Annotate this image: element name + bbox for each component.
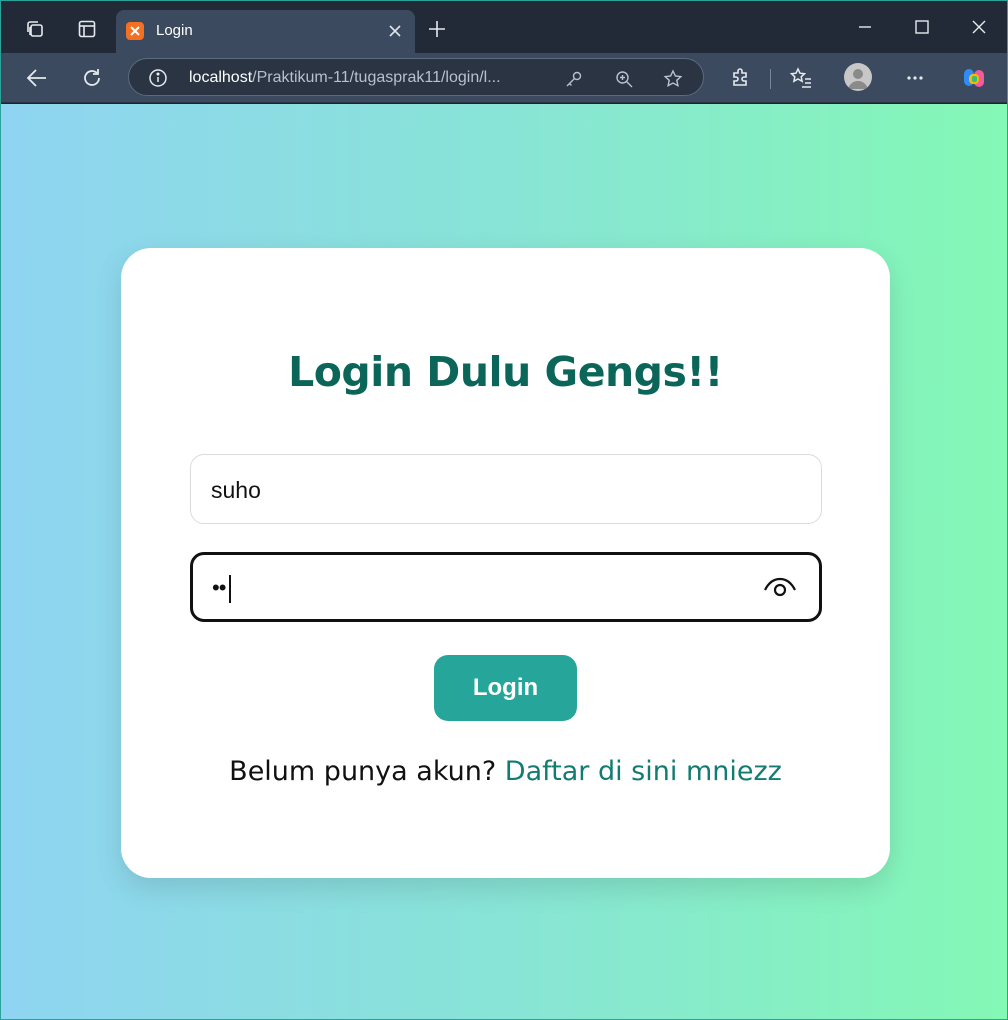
key-icon[interactable] [563, 68, 585, 90]
password-value: •• [212, 575, 226, 600]
url-host: localhost [189, 69, 253, 86]
url-text[interactable]: localhost/Praktikum-11/tugasprak11/login… [189, 69, 501, 87]
workspaces-icon[interactable] [19, 13, 51, 45]
more-icon[interactable] [899, 62, 931, 94]
browser-window: Login localhost/Praktikum-11/tugasprak11… [0, 0, 1008, 1020]
url-path: /Praktikum-11/tugasprak11/login/l... [252, 69, 501, 86]
signup-text: Belum punya akun? [229, 756, 497, 787]
close-icon[interactable] [383, 19, 407, 43]
username-value: suho [211, 477, 261, 503]
tab-login[interactable]: Login [116, 10, 415, 53]
browser-toolbar: localhost/Praktikum-11/tugasprak11/login… [1, 53, 1007, 103]
username-input[interactable]: suho [190, 454, 822, 524]
signup-prompt: Belum punya akun? Daftar di sini mniezz [121, 756, 890, 787]
password-input[interactable]: •• [190, 552, 822, 622]
minimize-icon[interactable] [845, 11, 885, 43]
signup-link[interactable]: Daftar di sini mniezz [505, 756, 782, 787]
avatar[interactable] [844, 63, 872, 91]
maximize-icon[interactable] [902, 11, 942, 43]
address-bar[interactable]: localhost/Praktikum-11/tugasprak11/login… [128, 58, 704, 96]
star-icon[interactable] [662, 68, 684, 90]
page-viewport: Login Dulu Gengs!! suho •• Login Belum p… [1, 104, 1007, 1019]
refresh-icon[interactable] [76, 62, 108, 94]
tab-title: Login [156, 22, 193, 39]
toolbar-divider [770, 69, 771, 89]
puzzle-icon[interactable] [725, 62, 757, 94]
login-card: Login Dulu Gengs!! suho •• Login Belum p… [121, 248, 890, 878]
text-caret [229, 575, 231, 603]
login-button[interactable]: Login [434, 655, 577, 721]
page-title: Login Dulu Gengs!! [288, 348, 723, 396]
title-bar: Login [1, 1, 1007, 53]
favorites-icon[interactable] [785, 62, 817, 94]
zoom-in-icon[interactable] [613, 68, 635, 90]
copilot-icon[interactable] [958, 62, 990, 94]
tab-actions-icon[interactable] [71, 13, 103, 45]
xampp-icon [126, 22, 144, 40]
close-window-icon[interactable] [959, 11, 999, 43]
back-arrow-icon[interactable] [21, 62, 53, 94]
eye-icon[interactable] [763, 573, 797, 601]
plus-icon[interactable] [423, 15, 451, 43]
info-icon[interactable] [147, 67, 169, 89]
